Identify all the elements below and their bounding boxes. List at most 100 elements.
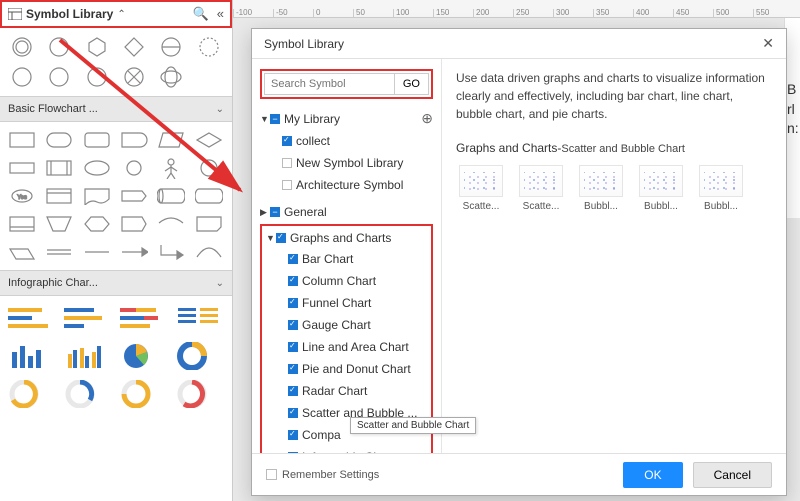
tree-item-infographic-charts[interactable]: Infographic Charts [288,446,427,453]
tree-item-pie-donut-chart[interactable]: Pie and Donut Chart [288,358,427,380]
shape-thumb[interactable] [193,240,225,264]
checkbox-icon[interactable] [288,364,298,374]
shape-thumb[interactable] [6,128,38,152]
checkbox-icon[interactable] [288,430,298,440]
checkbox-icon[interactable] [282,158,292,168]
shape-thumb[interactable] [155,184,187,208]
shape-thumb[interactable] [6,212,38,236]
search-input[interactable] [264,73,395,95]
shape-thumb[interactable] [118,212,150,236]
shape-thumb[interactable] [6,156,38,180]
checkbox-icon[interactable] [288,386,298,396]
section-basic-flowchart[interactable]: Basic Flowchart ... ⌄ [0,96,232,122]
shape-thumb[interactable] [43,34,75,60]
shape-thumb[interactable] [155,212,187,236]
checkbox-icon[interactable] [282,180,292,190]
tree-graphs-and-charts[interactable]: ▼ Graphs and Charts [266,228,427,248]
shape-thumb[interactable] [193,64,225,90]
shape-thumb[interactable] [193,184,225,208]
chart-thumb[interactable]: Bubbl... [576,165,626,212]
close-icon[interactable]: ✕ [762,35,774,52]
symbol-library-header[interactable]: Symbol Library ⌃ 🔍 « [0,0,232,28]
shape-thumb[interactable] [81,128,113,152]
chart-thumb[interactable] [8,342,54,372]
shape-thumb[interactable] [81,34,113,60]
checkbox-icon[interactable] [276,233,286,243]
checkbox-icon[interactable] [288,408,298,418]
shape-thumb[interactable] [193,34,225,60]
shape-thumb[interactable] [193,156,225,180]
shape-thumb[interactable] [6,240,38,264]
chart-thumb[interactable] [176,380,222,410]
shape-thumb[interactable] [155,64,187,90]
shape-thumb[interactable] [43,240,75,264]
chart-thumb[interactable]: Scatte... [516,165,566,212]
shape-thumb[interactable] [6,64,38,90]
chart-thumb[interactable] [8,304,54,334]
partial-check-icon[interactable]: − [270,114,280,124]
tree-general[interactable]: ▶ − General [260,202,433,222]
chart-thumb[interactable] [8,380,54,410]
shape-thumb[interactable] [193,212,225,236]
shape-thumb[interactable] [155,156,187,180]
tree-item-collect[interactable]: collect [282,130,433,152]
partial-check-icon[interactable]: − [270,207,280,217]
shape-thumb[interactable] [43,184,75,208]
shape-thumb[interactable] [155,34,187,60]
shape-thumb[interactable] [43,64,75,90]
shape-thumb[interactable] [81,156,113,180]
tree-item-bar-chart[interactable]: Bar Chart [288,248,427,270]
chart-thumb[interactable] [120,380,166,410]
shape-thumb[interactable] [81,64,113,90]
shape-thumb[interactable] [43,212,75,236]
section-infographic-charts[interactable]: Infographic Char... ⌄ [0,270,232,296]
chart-thumb[interactable]: Bubbl... [636,165,686,212]
tree-item-column-chart[interactable]: Column Chart [288,270,427,292]
shape-thumb[interactable] [118,184,150,208]
chart-thumb[interactable] [64,380,110,410]
shape-thumb[interactable] [6,34,38,60]
shape-thumb[interactable] [81,240,113,264]
shape-thumb[interactable] [155,128,187,152]
chart-thumb[interactable] [64,304,110,334]
chart-thumb[interactable] [176,342,222,372]
shape-thumb[interactable] [81,212,113,236]
shape-thumb[interactable] [43,156,75,180]
tree-item-radar-chart[interactable]: Radar Chart [288,380,427,402]
checkbox-icon[interactable] [288,276,298,286]
cancel-button[interactable]: Cancel [693,462,772,488]
checkbox-icon[interactable] [288,254,298,264]
tree-item-gauge-chart[interactable]: Gauge Chart [288,314,427,336]
shape-thumb[interactable] [118,240,150,264]
add-icon[interactable]: ⊕ [421,110,433,127]
checkbox-icon[interactable] [288,342,298,352]
checkbox-icon[interactable] [288,298,298,308]
collapse-icon[interactable]: ▼ [260,114,270,124]
shape-thumb[interactable] [118,128,150,152]
chevron-up-icon[interactable]: ⌃ [117,9,125,20]
chart-thumb[interactable] [64,342,110,372]
collapse-icon[interactable]: ▼ [266,233,276,243]
checkbox-icon[interactable] [266,469,277,480]
shape-thumb[interactable] [118,156,150,180]
chart-thumb[interactable] [120,304,166,334]
tree-item-funnel-chart[interactable]: Funnel Chart [288,292,427,314]
checkbox-icon[interactable] [282,136,292,146]
go-button[interactable]: GO [395,73,429,95]
remember-settings[interactable]: Remember Settings [266,469,379,481]
chart-thumb[interactable]: Bubbl... [696,165,746,212]
expand-icon[interactable]: ▶ [260,207,270,218]
tree-item-architecture-symbol[interactable]: Architecture Symbol [282,174,433,196]
chart-thumb[interactable] [120,342,166,372]
checkbox-icon[interactable] [288,452,298,453]
chart-thumb[interactable]: Scatte... [456,165,506,212]
tree-mylibrary[interactable]: ▼ − My Library ⊕ [260,107,433,130]
tree-item-line-area-chart[interactable]: Line and Area Chart [288,336,427,358]
tree-item-new-symbol-library[interactable]: New Symbol Library [282,152,433,174]
checkbox-icon[interactable] [288,320,298,330]
shape-thumb[interactable] [43,128,75,152]
search-icon[interactable]: 🔍 [193,6,209,22]
shape-thumb[interactable] [118,64,150,90]
shape-thumb[interactable] [155,240,187,264]
shape-thumb[interactable] [81,184,113,208]
